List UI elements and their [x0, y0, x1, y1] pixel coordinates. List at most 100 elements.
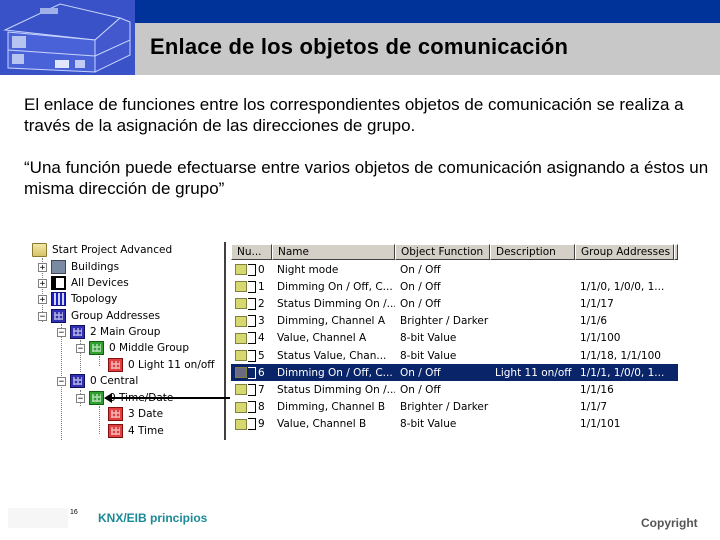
header-top-bar	[135, 0, 720, 23]
cell-number-text: 5	[258, 349, 265, 362]
tree-node-buildings[interactable]: + Buildings	[38, 259, 119, 275]
communication-object-icon	[235, 332, 247, 344]
tree-node-label: 3 Date	[128, 408, 164, 420]
cell-name: Night mode	[277, 263, 339, 276]
column-header-filler	[674, 244, 678, 260]
cell-group-addresses: 1/1/1, 1/0/0, 1...	[580, 366, 665, 379]
table-row[interactable]: 3 Dimming, Channel A Brighter / Darker 1/1/…	[231, 313, 674, 330]
tree-node-date[interactable]: 3 Date	[108, 406, 163, 422]
collapse-icon[interactable]: −	[38, 311, 47, 321]
tree-node-central[interactable]: − 0 Central	[57, 373, 138, 389]
collapse-icon[interactable]: −	[57, 327, 66, 337]
tree-node-label: All Devices	[71, 277, 129, 289]
topology-icon	[51, 292, 66, 306]
link-arrows-icon	[248, 315, 256, 328]
cell-object-function: On / Off	[400, 263, 441, 276]
quote-paragraph: “Una función puede efectuarse entre vari…	[24, 158, 709, 198]
expand-icon[interactable]: +	[38, 278, 47, 288]
cell-name: Value, Channel B	[277, 418, 367, 431]
table-row[interactable]: 5 Status Value, Chan... 8-bit Value 1/1/18,…	[231, 347, 674, 364]
tree-node-all-devices[interactable]: + All Devices	[38, 275, 129, 291]
cell-name: Dimming, Channel B	[277, 401, 386, 414]
column-header-object-function[interactable]: Object Function	[395, 244, 490, 260]
main-group-icon	[70, 325, 85, 339]
devices-icon	[51, 276, 66, 290]
cell-object-function: On / Off	[400, 280, 441, 293]
tree-node-group-addresses[interactable]: − Group Addresses	[38, 308, 160, 324]
tree-node-main-group-2[interactable]: − 2 Main Group	[57, 324, 160, 340]
tree-node-label: Buildings	[71, 261, 120, 273]
table-row[interactable]: 2 Status Dimming On /... On / Off 1/1/17	[231, 295, 674, 312]
folder-icon	[32, 243, 47, 257]
buildings-icon	[51, 260, 66, 274]
cell-object-function: Brighter / Darker	[400, 401, 489, 414]
cell-number-text: 0	[258, 263, 265, 276]
group-addresses-icon	[51, 309, 66, 323]
group-address-icon	[108, 358, 123, 372]
cell-name: Dimming, Channel A	[277, 315, 385, 328]
cell-group-addresses: 1/1/16	[580, 383, 614, 396]
cell-number-text: 2	[258, 297, 265, 310]
collapse-icon[interactable]: −	[76, 393, 85, 403]
communication-object-icon	[235, 350, 247, 361]
tree-node-middle-group-0[interactable]: − 0 Middle Group	[76, 340, 189, 356]
cell-group-addresses: 1/1/0, 1/0/0, 1...	[580, 280, 665, 293]
tree-node-label: 0 Middle Group	[109, 342, 190, 354]
pane-splitter[interactable]	[224, 242, 226, 440]
main-group-icon	[70, 374, 85, 388]
table-row[interactable]: 0 Night mode On / Off	[231, 261, 674, 278]
tree-node-label: Topology	[71, 293, 118, 305]
communication-object-icon	[235, 401, 247, 413]
cell-number-text: 8	[258, 401, 265, 414]
table-row[interactable]: 6 Dimming On / Off, C... On / Off Light 11 …	[231, 364, 678, 382]
cell-number-text: 9	[258, 418, 265, 431]
collapse-icon[interactable]: −	[76, 343, 85, 353]
tree-node-label: 0 Central	[90, 375, 139, 387]
cell-number: 3	[231, 315, 272, 328]
tree-connector	[99, 406, 100, 434]
communication-objects-table: Nu... Name Object Function Description G…	[231, 242, 681, 440]
footer-logo	[8, 508, 68, 528]
page-title: Enlace de los objetos de comunicación	[150, 34, 569, 59]
annotation-arrow-line	[110, 397, 230, 399]
tree-node-topology[interactable]: + Topology	[38, 291, 117, 307]
cell-name: Dimming On / Off, C...	[277, 280, 393, 293]
annotation-arrow-head-icon	[104, 393, 112, 403]
cell-group-addresses: 1/1/6	[580, 315, 608, 328]
communication-object-icon	[235, 367, 247, 379]
cell-number: 9	[231, 418, 272, 431]
link-arrows-icon	[248, 418, 256, 431]
column-header-name[interactable]: Name	[272, 244, 395, 260]
tree-node-start-project[interactable]: Start Project Advanced	[32, 242, 172, 258]
communication-object-icon	[235, 298, 247, 310]
column-header-group-addresses[interactable]: Group Addresses	[575, 244, 674, 260]
tree-node-light-11[interactable]: 0 Light 11 on/off	[108, 357, 215, 373]
cell-object-function: 8-bit Value	[400, 349, 457, 362]
communication-object-icon	[235, 264, 247, 275]
cell-object-function: 8-bit Value	[400, 418, 457, 431]
group-address-icon	[108, 407, 123, 421]
communication-object-icon	[235, 315, 247, 327]
cell-number: 4	[231, 332, 272, 345]
table-row[interactable]: 8 Dimming, Channel B Brighter / Darker 1/1/…	[231, 399, 674, 416]
cell-number-text: 1	[258, 280, 265, 293]
column-header-number[interactable]: Nu...	[231, 244, 272, 260]
expand-icon[interactable]: +	[38, 294, 47, 304]
house-logo	[0, 0, 135, 75]
cell-group-addresses: 1/1/7	[580, 401, 608, 414]
table-row[interactable]: 1 Dimming On / Off, C... On / Off 1/1/0, 1/…	[231, 278, 674, 295]
footer-course-label: KNX/EIB principios	[98, 511, 208, 525]
table-row[interactable]: 7 Status Dimming On /... On / Off 1/1/16	[231, 381, 674, 398]
tree-node-time[interactable]: 4 Time	[108, 423, 164, 439]
column-header-description[interactable]: Description	[490, 244, 575, 260]
table-row[interactable]: 9 Value, Channel B 8-bit Value 1/1/101	[231, 416, 674, 433]
collapse-icon[interactable]: −	[57, 376, 66, 386]
cell-group-addresses: 1/1/18, 1/1/100	[580, 349, 661, 362]
cell-number-text: 6	[258, 366, 265, 379]
link-arrows-icon	[248, 297, 256, 310]
cell-number: 1	[231, 280, 272, 293]
link-arrows-icon	[248, 263, 256, 276]
expand-icon[interactable]: +	[38, 262, 47, 272]
table-row[interactable]: 4 Value, Channel A 8-bit Value 1/1/100	[231, 330, 674, 347]
middle-group-icon	[89, 341, 104, 355]
